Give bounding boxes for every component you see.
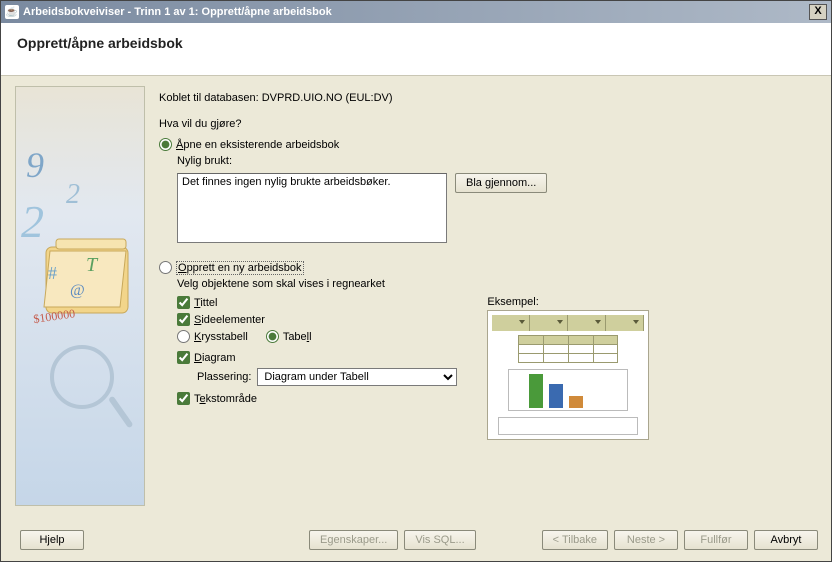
example-textarea-icon <box>498 417 638 435</box>
check-page-items-label: Sideelementer <box>194 314 265 326</box>
example-preview <box>487 310 649 440</box>
radio-open-existing-label: Åpne en eksisterende arbeidsbok <box>176 139 339 151</box>
radio-table-label: Tabell <box>283 331 312 343</box>
svg-text:9: 9 <box>26 147 44 185</box>
check-diagram[interactable]: Diagram <box>177 351 457 364</box>
wizard-button-bar: Hjelp Egenskaper... Vis SQL... < Tilbake… <box>14 530 818 550</box>
radio-create-new[interactable]: Opprett en ny arbeidsbok <box>159 261 817 274</box>
browse-button[interactable]: Bla gjennom... <box>455 173 547 193</box>
svg-text:@: @ <box>70 282 85 299</box>
next-button: Neste > <box>614 530 678 550</box>
connection-status: Koblet til databasen: DVPRD.UIO.NO (EUL:… <box>159 92 817 104</box>
check-diagram-input[interactable] <box>177 351 190 364</box>
finish-button: Fullfør <box>684 530 748 550</box>
svg-text:2: 2 <box>21 196 44 247</box>
check-title[interactable]: Tittel <box>177 296 457 309</box>
wizard-body: 9 2 2 # @ T $100000 Koblet til databasen… <box>1 76 831 516</box>
radio-create-new-label: Opprett en ny arbeidsbok <box>176 262 304 274</box>
check-title-label: Tittel <box>194 297 217 309</box>
svg-text:$100000: $100000 <box>32 306 76 326</box>
cancel-button[interactable]: Avbryt <box>754 530 818 550</box>
svg-text:2: 2 <box>66 179 80 210</box>
radio-crosstab-label: Krysstabell <box>194 331 248 343</box>
properties-button: Egenskaper... <box>309 530 398 550</box>
close-button[interactable]: X <box>809 4 827 20</box>
prompt-question: Hva vil du gjøre? <box>159 118 817 130</box>
check-diagram-label: Diagram <box>194 352 236 364</box>
placement-select[interactable]: Diagram under Tabell <box>257 368 457 386</box>
wizard-illustration: 9 2 2 # @ T $100000 <box>15 86 145 506</box>
example-label: Eksempel: <box>487 296 649 308</box>
svg-text:T: T <box>86 254 99 276</box>
back-button: < Tilbake <box>542 530 608 550</box>
check-text-area-input[interactable] <box>177 392 190 405</box>
radio-crosstab-input[interactable] <box>177 330 190 343</box>
recent-empty-text: Det finnes ingen nylig brukte arbeidsbøk… <box>182 176 442 188</box>
check-page-items[interactable]: Sideelementer <box>177 313 457 326</box>
example-chart-icon <box>508 369 628 411</box>
java-icon: ☕ <box>5 5 19 19</box>
radio-open-existing-input[interactable] <box>159 138 172 151</box>
check-text-area-label: Tekstområde <box>194 393 257 405</box>
radio-table-input[interactable] <box>266 330 279 343</box>
show-sql-button: Vis SQL... <box>404 530 475 550</box>
radio-create-new-input[interactable] <box>159 261 172 274</box>
example-tabs-icon <box>492 315 644 331</box>
recent-label: Nylig brukt: <box>177 155 817 167</box>
example-table-icon <box>518 335 618 363</box>
radio-open-existing[interactable]: Åpne en eksisterende arbeidsbok <box>159 138 817 151</box>
page-title: Opprett/åpne arbeidsbok <box>17 35 815 51</box>
radio-table[interactable]: Tabell <box>266 330 312 343</box>
wizard-content: Koblet til databasen: DVPRD.UIO.NO (EUL:… <box>159 86 817 506</box>
svg-text:#: # <box>48 263 57 283</box>
check-title-input[interactable] <box>177 296 190 309</box>
check-text-area[interactable]: Tekstområde <box>177 392 457 405</box>
choose-objects-label: Velg objektene som skal vises i regneark… <box>177 278 817 290</box>
window-title: Arbeidsbokveiviser - Trinn 1 av 1: Oppre… <box>23 6 809 18</box>
title-bar: ☕ Arbeidsbokveiviser - Trinn 1 av 1: Opp… <box>1 1 831 23</box>
radio-crosstab[interactable]: Krysstabell <box>177 330 248 343</box>
placement-label: Plassering: <box>197 371 251 383</box>
help-button[interactable]: Hjelp <box>20 530 84 550</box>
wizard-header: Opprett/åpne arbeidsbok <box>1 23 831 76</box>
check-page-items-input[interactable] <box>177 313 190 326</box>
recent-workbooks-list[interactable]: Det finnes ingen nylig brukte arbeidsbøk… <box>177 173 447 243</box>
